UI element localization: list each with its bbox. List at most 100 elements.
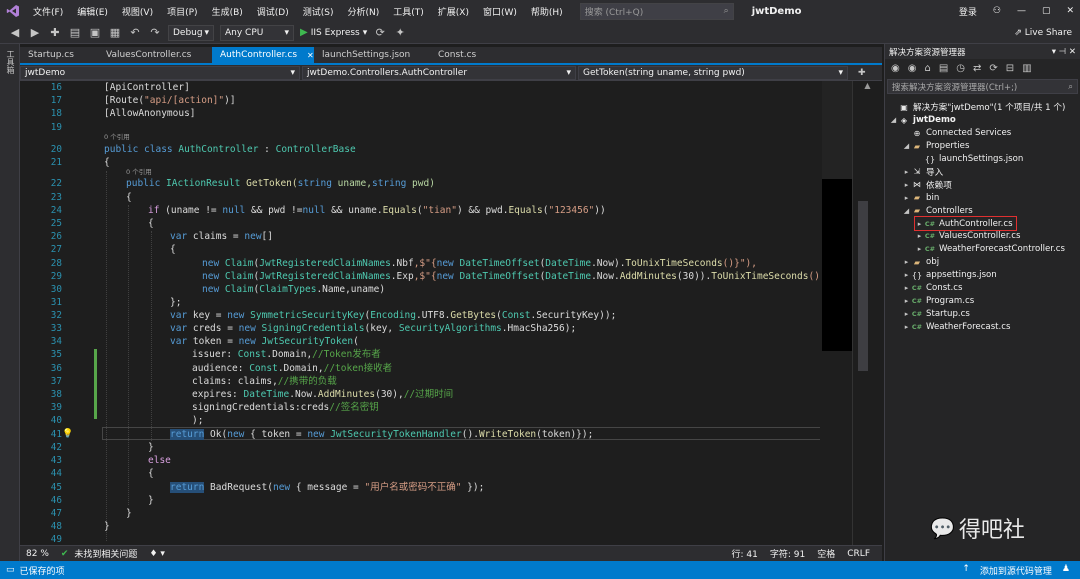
pending-changes-icon[interactable]: ◷ [956,63,965,74]
solution-tree-item[interactable]: ◢ ▰ Properties [902,140,970,153]
toolbox-strip[interactable]: 工具箱 [0,44,20,561]
back-icon[interactable]: ◉ [891,63,900,74]
back-icon[interactable]: ◀ [8,26,22,39]
solution-tree-item[interactable]: ▸ C# Const.cs [902,282,963,295]
menu-build[interactable]: 生成(B) [205,5,250,18]
code-minimap[interactable] [822,81,852,351]
solution-tree-item[interactable]: ▸ C# WeatherForecast.cs [902,320,1011,333]
fire-icon[interactable]: ✦ [393,26,407,39]
collapse-all-icon[interactable]: ⊟ [1006,63,1014,74]
switch-views-icon[interactable]: ▤ [939,63,948,74]
whitespace-mode[interactable]: 空格 [811,547,841,560]
menu-window[interactable]: 窗口(W) [476,5,524,18]
notifications-icon[interactable]: ♟ [1062,564,1070,577]
menu-help[interactable]: 帮助(H) [524,5,570,18]
add-to-source-control[interactable]: 添加到源代码管理 [980,564,1052,577]
sync-icon[interactable]: ⇄ [973,63,981,74]
solution-tree-item[interactable]: ▸ ⋈ 依赖项 [902,178,952,191]
minimap-viewport[interactable] [822,179,852,351]
undo-icon[interactable]: ↶ [128,26,142,39]
solution-tree-item[interactable]: ◢ ▰ Controllers [902,204,973,217]
tab-values-controller[interactable]: ValuesController.cs [98,47,212,63]
menu-test[interactable]: 测试(S) [296,5,341,18]
menu-project[interactable]: 项目(P) [160,5,204,18]
solution-tree-item[interactable]: ⊕ Connected Services [902,127,1012,140]
expand-arrow-icon[interactable]: ▸ [902,284,911,292]
run-button[interactable]: ▶ IIS Express ▾ [300,27,367,38]
expand-arrow-icon[interactable]: ◢ [902,142,911,150]
scroll-up-icon[interactable]: ▲ [853,81,882,90]
forward-icon[interactable]: ▶ [28,26,42,39]
menu-file[interactable]: 文件(F) [26,5,70,18]
close-tab-icon[interactable]: ✕ [307,51,314,60]
expand-arrow-icon[interactable]: ▸ [915,232,924,240]
home-icon[interactable]: ⌂ [924,63,930,74]
codelens-references[interactable]: 0 个引用 [126,168,152,177]
minimize-button[interactable]: — [1017,6,1026,16]
expand-arrow-icon[interactable]: ◢ [889,116,898,124]
expand-arrow-icon[interactable]: ▸ [915,245,924,253]
solution-tree-item[interactable]: ▸{} appsettings.json [902,269,997,282]
expand-arrow-icon[interactable]: ▸ [902,271,911,279]
lightbulb-icon[interactable]: 💡 [62,428,73,441]
vertical-scrollbar[interactable]: ▲ [852,81,882,545]
expand-arrow-icon[interactable]: ◢ [902,207,911,215]
live-share-button[interactable]: ⇗ Live Share [1014,28,1072,38]
account-icon[interactable]: ⚇ [993,6,1001,16]
solution-tree-item[interactable]: {} launchSettings.json [915,153,1023,166]
zoom-level[interactable]: 82 % [20,549,55,559]
class-nav-select[interactable]: jwtDemo.Controllers.AuthController ▾ [302,65,576,80]
expand-arrow-icon[interactable]: ▸ [902,323,911,331]
solution-tree-item[interactable]: ▸ C# Program.cs [902,295,974,308]
menu-debug[interactable]: 调试(D) [250,5,296,18]
menu-analyze[interactable]: 分析(N) [340,5,386,18]
source-control-up-icon[interactable]: ↑ [962,564,970,577]
solution-tree-item[interactable]: ▸ ▰ bin [902,191,940,204]
close-button[interactable]: ✕ [1066,6,1074,16]
menu-edit[interactable]: 编辑(E) [70,5,115,18]
solution-tree-item[interactable]: ▸ ▰ obj [902,256,939,269]
expand-arrow-icon[interactable]: ▸ [915,220,924,228]
solution-tree-item[interactable]: ▸ ⇲ 导入 [902,166,943,179]
expand-arrow-icon[interactable]: ▸ [902,181,911,189]
platform-select[interactable]: Any CPU ▾ [220,24,294,41]
show-all-files-icon[interactable]: ▥ [1022,63,1031,74]
codelens-references[interactable]: 0 个引用 [104,133,130,142]
solution-tree-item[interactable]: ▣ 解决方案"jwtDemo"(1 个项目/共 1 个) [889,101,1065,114]
tab-startup[interactable]: Startup.cs [20,47,98,63]
split-editor-icon[interactable]: ✚ [858,68,866,78]
issues-status[interactable]: 未找到相关问题 [74,547,143,560]
solution-tree-item[interactable]: ▸ C# Startup.cs [902,307,970,320]
solution-tree-item[interactable]: ▸ C# ValuesController.cs [915,230,1021,243]
code-editor[interactable]: 16 [ApiController] 17 [Route("api/[action]… [20,81,820,545]
maximize-button[interactable]: ▢ [1042,6,1051,16]
forward-icon[interactable]: ◉ [908,63,917,74]
tab-const[interactable]: Const.cs [430,47,500,63]
line-ending[interactable]: CRLF [841,549,876,559]
search-input[interactable]: 搜索 (Ctrl+Q) ⌕ [579,2,734,20]
tab-auth-controller[interactable]: AuthController.cs ✕ [212,47,314,63]
scroll-thumb[interactable] [858,201,868,371]
expand-arrow-icon[interactable]: ▸ [902,194,911,202]
open-icon[interactable]: ▤ [68,26,82,39]
refresh-icon[interactable]: ⟳ [373,26,387,39]
solution-tree-item[interactable]: ▸ C# AuthController.cs [914,216,1017,231]
expand-arrow-icon[interactable]: ▸ [902,297,911,305]
configuration-select[interactable]: Debug ▾ [168,24,214,41]
menu-extensions[interactable]: 扩展(X) [431,5,476,18]
solution-search-input[interactable]: 搜索解决方案资源管理器(Ctrl+;) ⌕ [887,79,1078,94]
menu-view[interactable]: 视图(V) [115,5,160,18]
expand-arrow-icon[interactable]: ▸ [902,258,911,266]
redo-icon[interactable]: ↷ [148,26,162,39]
git-branch-icon[interactable]: ♦ ▾ [143,549,170,559]
menu-tools[interactable]: 工具(T) [386,5,431,18]
project-nav-select[interactable]: jwtDemo ▾ [20,65,300,80]
expand-arrow-icon[interactable]: ▸ [902,168,911,176]
expand-arrow-icon[interactable]: ▸ [902,310,911,318]
member-nav-select[interactable]: GetToken(string uname, string pwd) ▾ [578,65,848,80]
solution-tree-item[interactable]: ◢ ◈ jwtDemo [889,114,956,127]
solution-tree-item[interactable]: ▸ C# WeatherForecastController.cs [915,243,1065,256]
panel-controls-icon[interactable]: ▾ ⊣ ✕ [1052,47,1076,57]
save-icon[interactable]: ▣ [88,26,102,39]
new-item-icon[interactable]: ✚ [48,26,62,39]
